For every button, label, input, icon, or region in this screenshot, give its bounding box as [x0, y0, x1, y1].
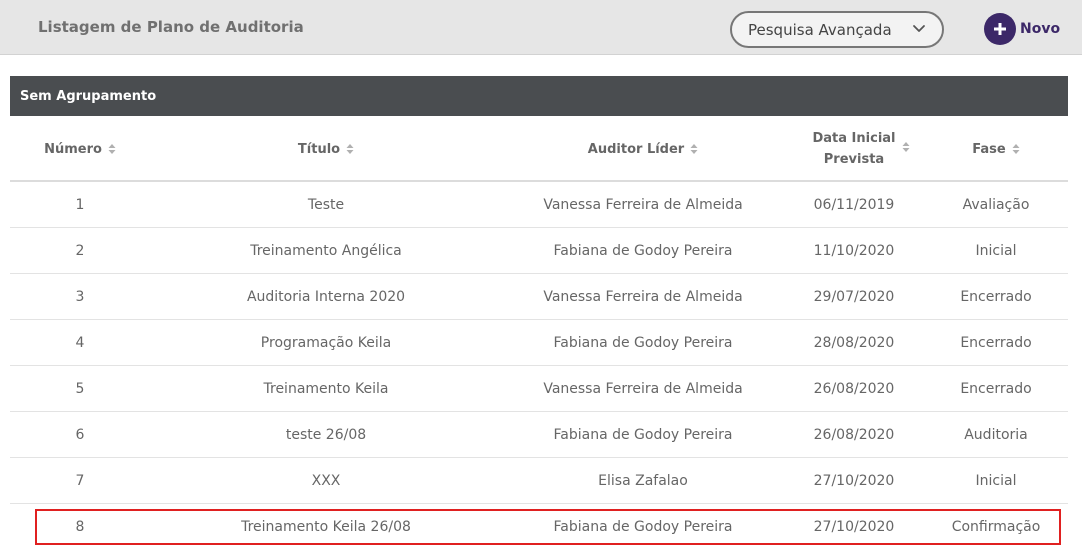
cell-titulo: Auditoria Interna 2020: [246, 288, 406, 305]
plus-icon: [984, 13, 1016, 45]
cell-data-inicial: 06/11/2019: [813, 196, 895, 213]
cell-auditor-lider: Fabiana de Godoy Pereira: [553, 242, 733, 259]
column-header-label: Fase: [972, 141, 1006, 157]
cell-data-inicial: 27/10/2020: [813, 472, 895, 489]
sort-icon: [902, 142, 910, 152]
cell-fase: Auditoria: [964, 426, 1028, 443]
cell-titulo: Treinamento Keila 26/08: [241, 518, 411, 535]
table-row[interactable]: 2 Treinamento Angélica Fabiana de Godoy …: [10, 228, 1068, 274]
table-row[interactable]: 4 Programação Keila Fabiana de Godoy Per…: [10, 320, 1068, 366]
table-header: Número Título Auditor Líder Data Inicial…: [10, 116, 1068, 182]
sort-icon: [108, 144, 116, 154]
column-header-label: Número: [44, 141, 102, 157]
cell-fase: Encerrado: [960, 288, 1032, 305]
cell-titulo: XXX: [311, 472, 341, 489]
table-row[interactable]: 7 XXX Elisa Zafalao 27/10/2020 Inicial: [10, 458, 1068, 504]
column-header-label: Título: [297, 141, 341, 157]
cell-numero: 7: [75, 472, 85, 489]
sort-icon: [346, 144, 354, 154]
cell-data-inicial: 26/08/2020: [813, 380, 895, 397]
cell-fase: Inicial: [975, 472, 1017, 489]
cell-numero: 1: [75, 196, 85, 213]
cell-titulo: Programação Keila: [260, 334, 392, 351]
chevron-down-icon: [913, 25, 925, 32]
cell-numero: 4: [75, 334, 85, 351]
advanced-search-label: Pesquisa Avançada: [748, 20, 892, 39]
cell-auditor-lider: Fabiana de Godoy Pereira: [553, 518, 733, 535]
cell-auditor-lider: Vanessa Ferreira de Almeida: [543, 196, 743, 213]
cell-numero: 2: [75, 242, 85, 259]
table-row[interactable]: 5 Treinamento Keila Vanessa Ferreira de …: [10, 366, 1068, 412]
column-header-data-inicial-prevista[interactable]: Data Inicial Prevista: [784, 116, 924, 182]
group-header: Sem Agrupamento: [10, 76, 1068, 116]
column-header-auditor-lider[interactable]: Auditor Líder: [502, 116, 784, 182]
cell-fase: Avaliação: [962, 196, 1030, 213]
cell-numero: 3: [75, 288, 85, 305]
column-header-fase[interactable]: Fase: [924, 116, 1068, 182]
cell-data-inicial: 28/08/2020: [813, 334, 895, 351]
sort-icon: [1012, 144, 1020, 154]
new-button-label: Novo: [1020, 21, 1061, 37]
column-header-label: Data Inicial Prevista: [812, 131, 896, 167]
cell-data-inicial: 27/10/2020: [813, 518, 895, 535]
cell-fase: Inicial: [975, 242, 1017, 259]
table-row[interactable]: 3 Auditoria Interna 2020 Vanessa Ferreir…: [10, 274, 1068, 320]
table-row[interactable]: 8 Treinamento Keila 26/08 Fabiana de God…: [10, 504, 1068, 550]
new-button[interactable]: Novo: [984, 13, 1060, 45]
cell-numero: 8: [75, 518, 85, 535]
cell-data-inicial: 29/07/2020: [813, 288, 895, 305]
page-title: Listagem de Plano de Auditoria: [38, 18, 304, 36]
column-header-titulo[interactable]: Título: [150, 116, 502, 182]
cell-numero: 5: [75, 380, 85, 397]
cell-auditor-lider: Elisa Zafalao: [598, 472, 688, 489]
cell-data-inicial: 26/08/2020: [813, 426, 895, 443]
top-bar: Listagem de Plano de Auditoria Pesquisa …: [0, 0, 1082, 55]
cell-titulo: Treinamento Keila: [263, 380, 389, 397]
table-row[interactable]: 6 teste 26/08 Fabiana de Godoy Pereira 2…: [10, 412, 1068, 458]
cell-auditor-lider: Fabiana de Godoy Pereira: [553, 334, 733, 351]
sort-icon: [690, 144, 698, 154]
cell-numero: 6: [75, 426, 85, 443]
column-header-label: Auditor Líder: [587, 141, 685, 157]
cell-titulo: Treinamento Angélica: [250, 242, 402, 259]
advanced-search-dropdown[interactable]: Pesquisa Avançada: [730, 11, 944, 48]
cell-fase: Encerrado: [960, 334, 1032, 351]
cell-fase: Encerrado: [960, 380, 1032, 397]
cell-auditor-lider: Vanessa Ferreira de Almeida: [543, 288, 743, 305]
cell-auditor-lider: Fabiana de Godoy Pereira: [553, 426, 733, 443]
column-header-numero[interactable]: Número: [10, 116, 150, 182]
table-row[interactable]: 1 Teste Vanessa Ferreira de Almeida 06/1…: [10, 182, 1068, 228]
cell-auditor-lider: Vanessa Ferreira de Almeida: [543, 380, 743, 397]
cell-fase: Confirmação: [951, 518, 1041, 535]
cell-titulo: teste 26/08: [285, 426, 367, 443]
cell-data-inicial: 11/10/2020: [813, 242, 895, 259]
audit-plan-table: Número Título Auditor Líder Data Inicial…: [10, 116, 1068, 550]
cell-titulo: Teste: [307, 196, 345, 213]
